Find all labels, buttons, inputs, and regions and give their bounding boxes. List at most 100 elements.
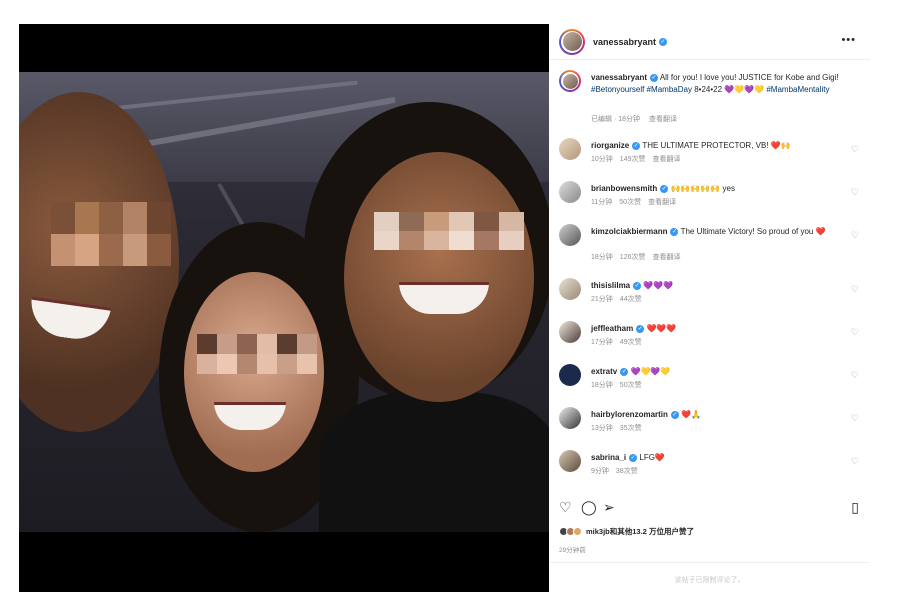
heart-icon[interactable]: ♡ [559, 499, 572, 516]
post-photo[interactable] [19, 72, 549, 532]
caption-avatar[interactable] [559, 70, 581, 92]
commenter-avatar[interactable] [559, 450, 581, 472]
comment-likes[interactable]: 50次赞 [619, 199, 641, 206]
comment-like-heart-icon[interactable]: ♡ [851, 456, 859, 467]
blur-censor [51, 202, 171, 266]
comment-text: brianbowensmith ✓ 🙌🙌🙌🙌🙌 yes [591, 183, 841, 195]
comment-translate[interactable]: 查看翻译 [652, 254, 680, 261]
comment-like-heart-icon[interactable]: ♡ [851, 413, 859, 424]
comment-likes[interactable]: 50次赞 [620, 382, 642, 389]
caption-hearts: 💜💛💜💛 [724, 85, 765, 94]
comment-text: thisislilma ✓ 💜💜💜 [591, 280, 841, 292]
comment-body: LFG❤️ [639, 453, 665, 462]
comment-username[interactable]: sabrina_i [591, 453, 626, 462]
comment-text: hairbylorenzomartin ✓ ❤️🙏 [591, 409, 841, 421]
caption: vanessabryant ✓ All for you! I love you! … [559, 70, 859, 123]
post-time: 29分钟前 [559, 547, 586, 554]
comment-likes[interactable]: 126次赞 [620, 254, 646, 261]
likes-summary[interactable]: mik3jb和其他13.2 万位用户赞了 [559, 526, 694, 537]
comment-username[interactable]: extratv [591, 367, 617, 376]
comment-body: 🙌🙌🙌🙌🙌 yes [670, 184, 735, 193]
person-right-face [344, 152, 534, 402]
comment-meta: 21分钟 44次赞 [591, 294, 649, 304]
commenter-avatar[interactable] [559, 181, 581, 203]
comment-username[interactable]: jeffleatham [591, 324, 633, 333]
commenter-avatar[interactable] [559, 138, 581, 160]
commenter-avatar[interactable] [559, 321, 581, 343]
comment-row: jeffleatham ✓ ❤️❤️❤️ 17分钟 49次赞 ♡ [559, 321, 859, 357]
comment-meta: 10分钟 149次赞 查看翻译 [591, 154, 687, 164]
comment-meta: 9分钟 38次赞 [591, 466, 645, 476]
verified-icon: ✓ [660, 184, 669, 193]
comment-body: 💜💜💜 [643, 281, 674, 290]
caption-hashtag-mamba[interactable]: #MambaMentality [766, 85, 829, 94]
comment-likes[interactable]: 49次赞 [620, 339, 642, 346]
caption-edited: 已编辑 · 18分钟 [591, 116, 641, 123]
comment-translate[interactable]: 查看翻译 [648, 199, 676, 206]
caption-hashtags[interactable]: #Betonyourself #MambaDay [591, 85, 692, 94]
comment-time: 17分钟 [591, 339, 613, 346]
comment-likes[interactable]: 35次赞 [620, 425, 642, 432]
comment-like-heart-icon[interactable]: ♡ [851, 327, 859, 338]
comment-like-heart-icon[interactable]: ♡ [851, 230, 859, 241]
comment-time: 18分钟 [591, 254, 613, 261]
comment-row: sabrina_i ✓ LFG❤️ 9分钟 38次赞 ♡ [559, 450, 859, 486]
comment-text: sabrina_i ✓ LFG❤️ [591, 452, 841, 464]
comment-body: 💜💛💜💛 [630, 367, 671, 376]
comments-limited-notice: 该帖子已限制评论了。 [549, 562, 870, 592]
send-icon[interactable]: ➢ [603, 499, 615, 516]
caption-meta: 已编辑 · 18分钟 查看翻译 [591, 114, 684, 124]
blur-censor [374, 212, 524, 250]
commenter-avatar[interactable] [559, 278, 581, 300]
verified-icon: ✓ [670, 227, 679, 236]
comment-like-heart-icon[interactable]: ♡ [851, 187, 859, 198]
likes-text[interactable]: mik3jb和其他13.2 万位用户赞了 [586, 526, 694, 537]
comment-likes[interactable]: 44次赞 [620, 296, 642, 303]
post-actions: ♡ ◯ ➢ ▯ [559, 499, 859, 517]
comment-translate[interactable]: 查看翻译 [652, 156, 680, 163]
comment-meta: 17分钟 49次赞 [591, 337, 649, 347]
caption-translate[interactable]: 查看翻译 [649, 116, 677, 123]
comment-likes[interactable]: 149次赞 [620, 156, 646, 163]
commenter-avatar[interactable] [559, 407, 581, 429]
comment-row: extratv ✓ 💜💛💜💛 18分钟 50次赞 ♡ [559, 364, 859, 400]
comment-text: riorganize ✓ THE ULTIMATE PROTECTOR, VB! … [591, 140, 841, 152]
bookmark-icon[interactable]: ▯ [851, 499, 859, 516]
comment-like-heart-icon[interactable]: ♡ [851, 144, 859, 155]
comment-row: riorganize ✓ THE ULTIMATE PROTECTOR, VB! … [559, 138, 859, 174]
commenter-avatar[interactable] [559, 224, 581, 246]
comment-body: THE ULTIMATE PROTECTOR, VB! ❤️🙌 [642, 141, 791, 150]
caption-body: All for you! I love you! JUSTICE for Kob… [659, 73, 839, 82]
comment-time: 10分钟 [591, 156, 613, 163]
verified-icon: ✓ [620, 367, 629, 376]
commenter-avatar[interactable] [559, 364, 581, 386]
comments-list: vanessabryant ✓ All for you! I love you! … [549, 64, 870, 484]
comment-like-heart-icon[interactable]: ♡ [851, 284, 859, 295]
post-side-panel: vanessabryant ✓ ••• vanessabryant ✓ All f… [549, 24, 870, 592]
comment-username[interactable]: kimzolciakbiermann [591, 227, 667, 236]
comment-body: ❤️❤️❤️ [646, 324, 677, 333]
comment-time: 18分钟 [591, 382, 613, 389]
comment-text: extratv ✓ 💜💛💜💛 [591, 366, 841, 378]
comment-meta: 18分钟 50次赞 [591, 380, 649, 390]
verified-icon: ✓ [633, 281, 642, 290]
more-horizontal-icon[interactable]: ••• [841, 34, 856, 46]
verified-icon: ✓ [670, 410, 679, 419]
liker-avatar [573, 527, 582, 536]
caption-username[interactable]: vanessabryant [591, 73, 647, 82]
comment-meta: 11分钟 50次赞 查看翻译 [591, 197, 683, 207]
comment-username[interactable]: thisislilma [591, 281, 630, 290]
author-avatar[interactable] [559, 28, 585, 55]
verified-icon: ✓ [636, 324, 645, 333]
comment-like-heart-icon[interactable]: ♡ [851, 370, 859, 381]
comment-username[interactable]: brianbowensmith [591, 184, 657, 193]
comment-username[interactable]: riorganize [591, 141, 629, 150]
comment-meta: 18分钟 126次赞 查看翻译 [591, 252, 687, 262]
comment-likes[interactable]: 38次赞 [616, 468, 638, 475]
comment-username[interactable]: hairbylorenzomartin [591, 410, 668, 419]
post-media [19, 24, 549, 592]
comment-row: hairbylorenzomartin ✓ ❤️🙏 13分钟 35次赞 ♡ [559, 407, 859, 443]
author-username[interactable]: vanessabryant [593, 37, 656, 47]
comment-icon[interactable]: ◯ [581, 499, 597, 516]
caption-text: vanessabryant ✓ All for you! I love you! … [591, 72, 841, 96]
